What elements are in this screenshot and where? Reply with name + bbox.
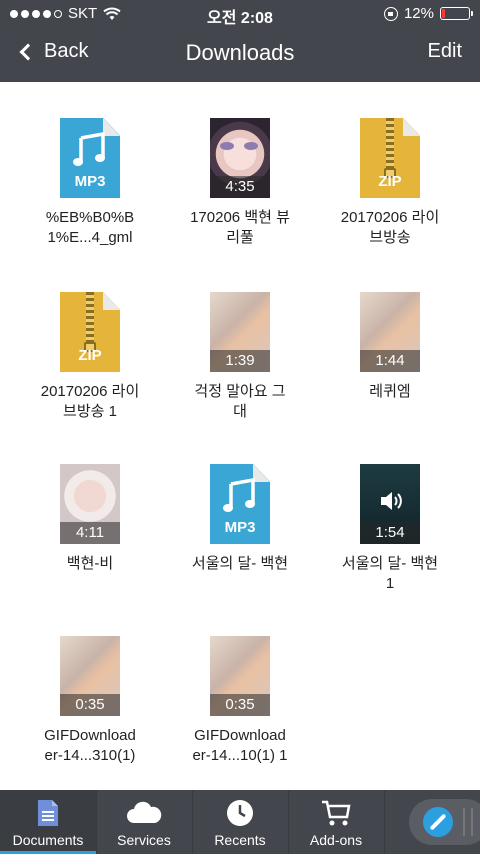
file-item[interactable]: 4:11 백현-비 — [14, 464, 166, 574]
file-name: 서울의 달- 백현 1 — [341, 555, 439, 592]
file-name: 20170206 라이 브방송 1 — [40, 383, 140, 420]
video-duration: 0:35 — [210, 694, 270, 716]
file-item[interactable]: 0:35 GIFDownload er-14...10(1) 1 — [164, 636, 316, 766]
battery-icon — [440, 7, 473, 20]
video-thumbnail: 4:35 — [210, 118, 270, 198]
file-extension-label: ZIP — [78, 347, 102, 364]
file-extension-label: ZIP — [378, 173, 402, 190]
file-name: 걱정 말아요 그 대 — [194, 383, 286, 420]
file-name: %EB%B0%B 1%E...4_gml — [45, 209, 135, 246]
tab-label: Services — [117, 832, 171, 848]
cloud-icon — [127, 801, 162, 823]
file-name: 백현-비 — [66, 555, 114, 572]
tab-bar: Documents Services Recents Add-ons — [0, 790, 480, 854]
tab-label: Add-ons — [309, 832, 363, 848]
video-duration: 4:11 — [60, 522, 120, 544]
file-item[interactable]: ZIP 20170206 라이 브방송 — [314, 118, 466, 248]
video-duration: 1:39 — [210, 350, 270, 372]
status-right: 12% — [383, 5, 473, 22]
file-extension-label: MP3 — [74, 173, 106, 190]
rotation-lock-icon — [383, 6, 398, 21]
tab-divider — [96, 790, 97, 854]
mp3-file-icon: MP3 — [210, 464, 270, 544]
clock-icon — [227, 800, 253, 826]
video-duration: 0:35 — [60, 694, 120, 716]
page-title: Downloads — [185, 40, 295, 65]
zip-file-icon: ZIP — [60, 292, 120, 372]
tab-add-ons[interactable]: Add-ons — [288, 790, 384, 854]
document-icon — [38, 800, 58, 826]
file-item[interactable]: 1:39 걱정 말아요 그 대 — [164, 292, 316, 422]
tab-documents[interactable]: Documents — [0, 790, 96, 854]
file-name: 20170206 라이 브방송 — [340, 209, 440, 246]
video-thumbnail: 0:35 — [60, 636, 120, 716]
file-item[interactable]: MP3 서울의 달- 백현 — [164, 464, 316, 574]
edit-button[interactable]: Edit — [428, 40, 462, 63]
cart-icon — [322, 800, 351, 826]
file-name: GIFDownload er-14...10(1) 1 — [192, 727, 288, 764]
tab-divider — [288, 790, 289, 854]
compass-icon[interactable] — [423, 807, 453, 837]
battery-level-fill — [442, 9, 445, 18]
top-bar: SKT 오전 2:08 12% Back Downloads Edit — [0, 0, 480, 82]
file-extension-label: MP3 — [224, 519, 256, 536]
file-name: GIFDownload er-14...310(1) — [44, 727, 136, 764]
file-item[interactable]: 4:35 170206 백현 뷰 리풀 — [164, 118, 316, 248]
mp3-file-icon: MP3 — [60, 118, 120, 198]
video-duration: 4:35 — [210, 176, 270, 198]
audio-thumbnail: 1:54 — [360, 464, 420, 544]
file-item[interactable]: 1:54 서울의 달- 백현 1 — [314, 464, 466, 594]
audio-duration: 1:54 — [360, 522, 420, 544]
file-item[interactable]: 0:35 GIFDownload er-14...310(1) — [14, 636, 166, 766]
video-thumbnail: 0:35 — [210, 636, 270, 716]
video-thumbnail: 1:39 — [210, 292, 270, 372]
zip-file-icon: ZIP — [360, 118, 420, 198]
file-name: 레퀴엠 — [369, 383, 411, 400]
status-bar: SKT 오전 2:08 12% — [0, 0, 480, 28]
navigation-bar: Back Downloads Edit — [0, 28, 480, 82]
tab-label: Recents — [214, 832, 266, 848]
file-name: 170206 백현 뷰 리풀 — [190, 209, 290, 246]
file-name: 서울의 달- 백현 — [191, 555, 289, 572]
drag-handle-icon[interactable] — [463, 808, 473, 836]
tab-divider — [384, 790, 385, 854]
file-item[interactable]: ZIP 20170206 라이 브방송 1 — [14, 292, 166, 422]
file-grid: MP3 %EB%B0%B 1%E...4_gml 4:35 170206 백현 … — [0, 82, 480, 790]
file-item[interactable]: 1:44 레퀴엠 — [314, 292, 466, 402]
tab-divider — [192, 790, 193, 854]
tab-label: Documents — [12, 832, 84, 848]
file-item[interactable]: MP3 %EB%B0%B 1%E...4_gml — [14, 118, 166, 248]
tab-recents[interactable]: Recents — [192, 790, 288, 854]
tab-services[interactable]: Services — [96, 790, 192, 854]
video-duration: 1:44 — [360, 350, 420, 372]
speaker-icon — [381, 492, 402, 510]
video-thumbnail: 4:11 — [60, 464, 120, 544]
video-thumbnail: 1:44 — [360, 292, 420, 372]
battery-percent: 12% — [403, 5, 434, 22]
